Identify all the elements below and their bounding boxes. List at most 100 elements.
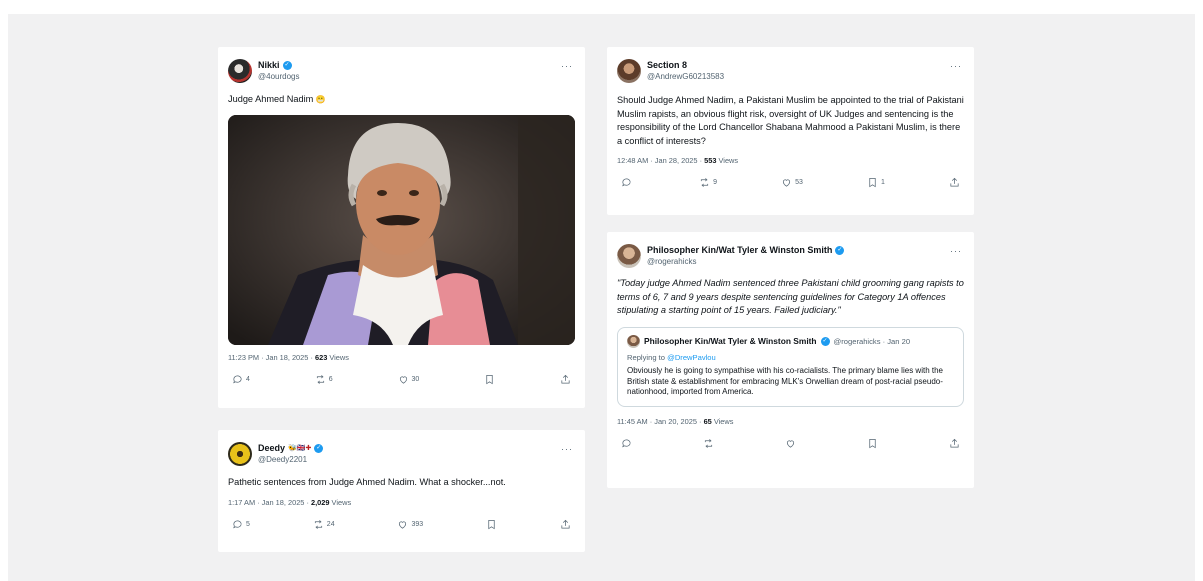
tweet-card-section8: Section 8 @AndrewG60213583 ··· Should Ju… [607, 47, 974, 215]
reply-icon [621, 438, 632, 449]
tweet-meta: 12:48 AM · Jan 28, 2025 · 553 Views [617, 156, 964, 165]
reply-count: 4 [246, 375, 250, 383]
bookmark-icon [867, 438, 878, 449]
reply-icon [232, 519, 243, 530]
views-label: Views [711, 417, 734, 427]
bookmark-button[interactable] [867, 438, 878, 449]
avatar[interactable] [228, 442, 252, 466]
quoted-tweet-header: Philosopher Kin/Wat Tyler & Winston Smit… [627, 334, 954, 348]
tweet-header: Deedy 🐝🇬🇧✚ ✓ @Deedy2201 ··· [228, 440, 575, 468]
like-button[interactable]: 393 [397, 519, 423, 530]
like-count: 53 [795, 179, 803, 187]
more-icon[interactable]: ··· [561, 61, 573, 71]
like-button[interactable]: 53 [781, 177, 803, 188]
share-button[interactable] [949, 177, 960, 188]
reply-button[interactable] [621, 177, 635, 188]
retweet-icon [313, 519, 324, 530]
retweet-count: 9 [713, 179, 717, 187]
reply-button[interactable] [621, 438, 632, 449]
share-button[interactable] [560, 374, 571, 385]
display-name[interactable]: Deedy [258, 443, 285, 454]
action-bar: 5 24 393 [228, 519, 575, 530]
tweet-meta: 11:45 AM · Jan 20, 2025 · 65 Views [617, 417, 964, 426]
replying-to: Replying to @DrewPavlou [627, 353, 954, 362]
view-count: 553 [704, 156, 717, 166]
handle[interactable]: @AndrewG60213583 [647, 71, 724, 82]
share-button[interactable] [560, 519, 571, 530]
tweet-header: Philosopher Kin/Wat Tyler & Winston Smit… [617, 242, 964, 270]
retweet-button[interactable]: 24 [313, 519, 335, 530]
quoted-tweet-text: Obviously he is going to sympathise with… [627, 365, 943, 397]
tweet-photo[interactable] [228, 114, 575, 345]
display-name[interactable]: Nikki [258, 60, 280, 71]
like-icon [398, 374, 409, 385]
retweet-icon [315, 374, 326, 385]
verified-icon: ✓ [282, 61, 292, 70]
quoted-display-name: Philosopher Kin/Wat Tyler & Winston Smit… [644, 336, 817, 347]
tweet-text: Judge Ahmed Nadim 😬 [228, 93, 575, 107]
replying-prefix: Replying to [627, 352, 668, 362]
tweet-text-body: Judge Ahmed Nadim [228, 94, 314, 104]
share-button[interactable] [949, 438, 960, 449]
like-icon [785, 438, 796, 449]
view-count: 623 [314, 352, 328, 362]
verified-icon: ✓ [314, 444, 324, 453]
more-icon[interactable]: ··· [561, 444, 573, 454]
retweet-button[interactable]: 6 [315, 374, 333, 385]
action-bar [617, 438, 964, 449]
handle[interactable]: @4ourdogs [258, 71, 299, 82]
quoted-handle: @rogerahicks · Jan 20 [833, 336, 911, 346]
handle[interactable]: @Deedy2201 [258, 454, 323, 465]
more-icon[interactable]: ··· [950, 61, 962, 71]
retweet-count: 24 [326, 520, 335, 528]
views-label: Views [329, 497, 352, 507]
retweet-count: 6 [328, 375, 333, 383]
tweet-text: "Today judge Ahmed Nadim sentenced three… [617, 278, 964, 316]
replying-to-link[interactable]: @DrewPavlou [667, 353, 716, 362]
action-bar: 4 6 30 [228, 374, 575, 385]
bookmark-button[interactable] [484, 374, 495, 385]
avatar[interactable] [228, 59, 252, 83]
retweet-button[interactable] [703, 438, 714, 449]
handle[interactable]: @rogerahicks [647, 256, 844, 267]
bookmark-icon [867, 177, 878, 188]
display-name[interactable]: Philosopher Kin/Wat Tyler & Winston Smit… [647, 245, 832, 256]
display-name[interactable]: Section 8 [647, 60, 687, 71]
avatar[interactable] [617, 244, 641, 268]
retweet-icon [699, 177, 710, 188]
tweet-header: Nikki ✓ @4ourdogs ··· [228, 57, 575, 85]
quoted-tweet[interactable]: Philosopher Kin/Wat Tyler & Winston Smit… [617, 326, 964, 408]
reply-button[interactable]: 4 [232, 374, 250, 385]
avatar[interactable] [617, 59, 641, 83]
tweet-card-nikki: Nikki ✓ @4ourdogs ··· Judge Ahmed Nadim 😬 [218, 47, 585, 408]
share-icon [949, 438, 960, 449]
timestamp[interactable]: 12:48 AM · Jan 28, 2025 · [617, 156, 704, 165]
timestamp[interactable]: 1:17 AM · Jan 18, 2025 · [228, 498, 311, 507]
bookmark-button[interactable] [486, 519, 497, 530]
tweet-text: Should Judge Ahmed Nadim, a Pakistani Mu… [617, 95, 964, 146]
retweet-icon [703, 438, 714, 449]
screenshot-canvas: Nikki ✓ @4ourdogs ··· Judge Ahmed Nadim 😬 [8, 14, 1195, 581]
share-icon [560, 374, 571, 385]
bookmark-button[interactable]: 1 [867, 177, 885, 188]
grimace-emoji: 😬 [315, 95, 326, 104]
quoted-avatar [627, 334, 640, 348]
like-button[interactable] [785, 438, 796, 449]
views-label: Views [327, 352, 349, 362]
view-count: 2,029 [311, 497, 330, 507]
views-label: Views [716, 156, 739, 166]
tweet-meta: 1:17 AM · Jan 18, 2025 · 2,029 Views [228, 498, 575, 507]
judge-portrait-image [228, 114, 575, 345]
like-icon [781, 177, 792, 188]
reply-button[interactable]: 5 [232, 519, 250, 530]
retweet-button[interactable]: 9 [699, 177, 717, 188]
tweet-meta: 11:23 PM · Jan 18, 2025 · 623 Views [228, 353, 575, 362]
like-count: 30 [411, 375, 420, 383]
timestamp[interactable]: 11:23 PM · Jan 18, 2025 · [228, 353, 315, 362]
more-icon[interactable]: ··· [950, 246, 962, 256]
timestamp[interactable]: 11:45 AM · Jan 20, 2025 · [617, 417, 704, 426]
verified-icon: ✓ [820, 336, 830, 346]
share-icon [560, 519, 571, 530]
like-button[interactable]: 30 [398, 374, 420, 385]
tweet-card-philosopher: Philosopher Kin/Wat Tyler & Winston Smit… [607, 232, 974, 488]
